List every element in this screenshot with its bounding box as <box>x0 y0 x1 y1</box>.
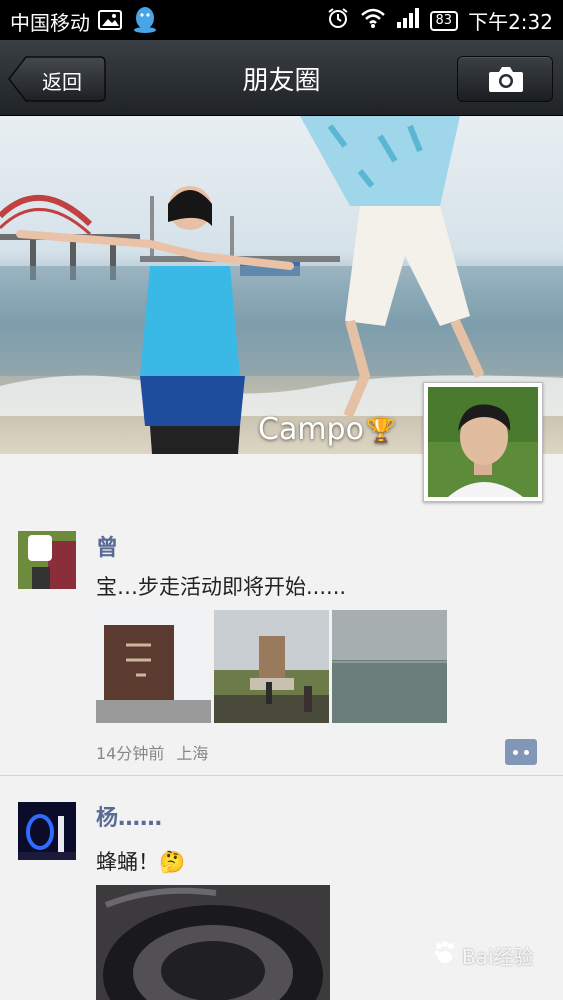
comment-button[interactable] <box>505 739 537 765</box>
carrier-name: 中国移动 <box>10 11 90 35</box>
post-time: 14分钟前 <box>96 744 165 763</box>
image-icon <box>98 9 122 35</box>
post-user-name[interactable]: 杨…… <box>96 800 162 832</box>
wifi-icon <box>360 7 386 34</box>
camera-button[interactable] <box>457 56 553 102</box>
post-text: 宝…步走活动即将开始...... <box>96 575 347 599</box>
post-user-name[interactable]: 曾 <box>96 530 118 562</box>
clock: 下午2:32 <box>468 10 553 34</box>
avatar[interactable] <box>18 531 76 589</box>
status-bar: 中国移动 83 下午2:32 <box>0 0 563 40</box>
trophy-icon: 🏆 <box>365 415 396 444</box>
avatar[interactable] <box>18 802 76 860</box>
divider <box>0 775 563 776</box>
baidu-watermark: Bai经验 <box>432 940 534 971</box>
emoji-icon: 🤔 <box>159 850 186 874</box>
profile-avatar[interactable] <box>423 382 543 502</box>
photo-thumbnail[interactable] <box>96 610 211 723</box>
signal-icon <box>396 7 420 34</box>
post-photo[interactable] <box>96 885 330 1000</box>
qq-icon <box>132 6 158 38</box>
post-meta: 14分钟前 上海 <box>96 740 208 764</box>
camera-icon <box>489 67 523 92</box>
photo-thumbnail[interactable] <box>214 610 329 723</box>
photo-grid <box>96 610 447 723</box>
navigation-bar: 返回 朋友圈 <box>0 40 563 116</box>
battery-indicator: 83 <box>429 10 459 31</box>
baidu-paw-icon <box>432 940 458 971</box>
post-location[interactable]: 上海 <box>176 740 208 764</box>
cover-user-name: Campo 🏆 <box>258 412 396 447</box>
post-text: 蜂蛹！🤔 <box>96 850 186 874</box>
alarm-icon <box>326 6 350 35</box>
photo-thumbnail[interactable] <box>332 610 447 723</box>
